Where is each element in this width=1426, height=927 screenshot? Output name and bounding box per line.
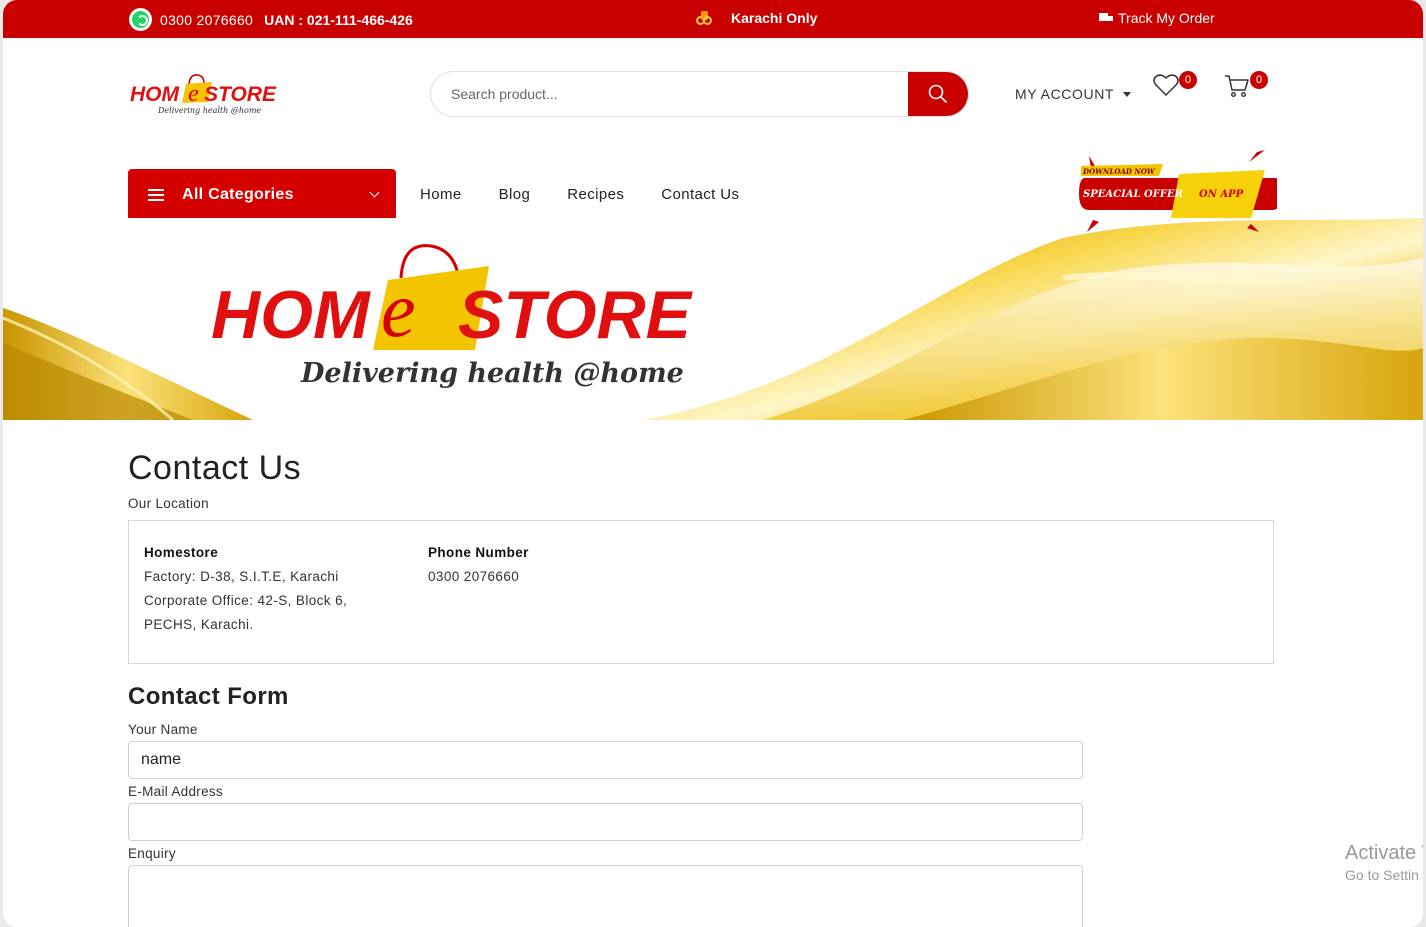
my-account-dropdown[interactable]: MY ACCOUNT: [1015, 86, 1132, 102]
browser-page: 0300 2076660 UAN : 021-111-466-426 Karac…: [3, 0, 1423, 927]
nav-blog[interactable]: Blog: [499, 186, 531, 203]
logo-text-hom: HOM: [130, 83, 180, 106]
menu-icon: [148, 188, 164, 201]
store-name: Homestore: [144, 545, 219, 560]
whatsapp-icon[interactable]: [129, 8, 152, 31]
all-categories-label: All Categories: [182, 185, 294, 203]
top-phone[interactable]: 0300 2076660: [160, 12, 253, 28]
contact-form-title: Contact Form: [128, 683, 289, 710]
promo-download-now: DOWNLOAD NOW: [1082, 167, 1156, 176]
nav-contact-us[interactable]: Contact Us: [661, 186, 739, 203]
wishlist-count-badge: 0: [1179, 71, 1197, 89]
delivery-rider-icon: [695, 10, 713, 26]
windows-activation-title: Activate W: [1345, 842, 1423, 864]
phone-value[interactable]: 0300 2076660: [428, 569, 519, 584]
nav-home[interactable]: Home: [420, 186, 462, 203]
search-button[interactable]: [908, 72, 968, 116]
nav-recipes[interactable]: Recipes: [567, 186, 624, 203]
windows-activation-sub[interactable]: Go to Settin: [1345, 867, 1419, 883]
name-field[interactable]: [128, 741, 1083, 779]
site-logo[interactable]: HOM e STORE Delivering health @home: [128, 70, 278, 118]
my-account-label: MY ACCOUNT: [1015, 86, 1115, 102]
track-order-label: Track My Order: [1118, 10, 1215, 26]
enquiry-field[interactable]: [128, 865, 1083, 927]
address-line-3: PECHS, Karachi.: [144, 617, 254, 632]
address-column: Homestore Factory: D-38, S.I.T.E, Karach…: [144, 541, 347, 637]
truck-icon: [1099, 12, 1113, 24]
search-bar: [430, 71, 969, 117]
location-label: Our Location: [128, 496, 209, 511]
page-title: Contact Us: [128, 449, 302, 487]
wishlist-button[interactable]: 0: [1153, 71, 1197, 99]
top-uan: UAN : 021-111-466-426: [264, 11, 413, 28]
chevron-down-icon: [369, 187, 380, 198]
banner-tagline: Delivering health @home: [300, 358, 684, 389]
location-card: Homestore Factory: D-38, S.I.T.E, Karach…: [128, 520, 1274, 664]
banner-logo-store: STORE: [458, 277, 694, 353]
caret-down-icon: [1123, 91, 1132, 97]
logo-tagline: Delivering health @home: [157, 106, 261, 115]
logo-text-store: STORE: [204, 83, 277, 106]
search-icon: [928, 84, 948, 104]
contact-strip: 0300 2076660 UAN : 021-111-466-426: [129, 8, 413, 31]
cart-button[interactable]: 0: [1224, 71, 1268, 99]
name-label: Your Name: [128, 722, 198, 737]
promo-on-app: ON APP: [1199, 189, 1244, 200]
heart-icon: [1153, 74, 1179, 96]
search-input[interactable]: [431, 72, 909, 116]
cart-count-badge: 0: [1250, 71, 1268, 89]
email-field[interactable]: [128, 803, 1083, 841]
phone-column: Phone Number 0300 2076660: [428, 541, 529, 589]
track-order-link[interactable]: Track My Order: [1099, 10, 1215, 26]
address-line-2: Corporate Office: 42-S, Block 6,: [144, 593, 348, 608]
banner-logo-e: e: [381, 266, 416, 353]
promo-special-offer: SPEACIAL OFFER: [1083, 189, 1183, 200]
main-nav: Home Blog Recipes Contact Us: [420, 186, 739, 203]
email-label: E-Mail Address: [128, 784, 223, 799]
delivery-area: Karachi Only: [695, 10, 817, 26]
all-categories-button[interactable]: All Categories: [128, 169, 396, 220]
logo-text-e: e: [188, 81, 199, 107]
cart-icon: [1225, 75, 1249, 98]
hero-banner: HOM e STORE Delivering health @home: [3, 218, 1423, 420]
banner-logo-hom: HOM: [211, 277, 371, 353]
app-offer-badge[interactable]: DOWNLOAD NOW SPEACIAL OFFER ON APP: [1075, 148, 1277, 238]
address-line-1: Factory: D-38, S.I.T.E, Karachi: [144, 569, 339, 584]
enquiry-label: Enquiry: [128, 846, 176, 861]
top-bar: 0300 2076660 UAN : 021-111-466-426 Karac…: [3, 0, 1423, 38]
delivery-city: Karachi Only: [731, 10, 818, 26]
phone-heading: Phone Number: [428, 545, 529, 560]
